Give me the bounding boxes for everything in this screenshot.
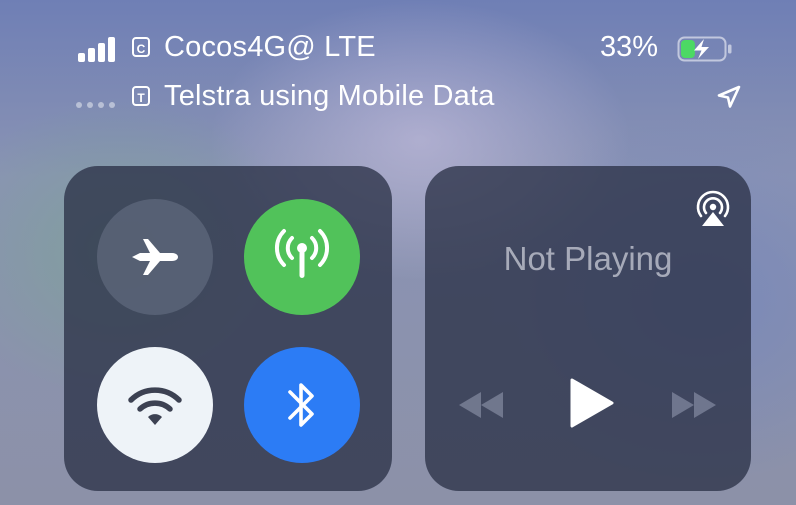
carrier-name-secondary: Telstra using Mobile Data: [164, 80, 495, 112]
airplay-audio-icon[interactable]: [692, 188, 734, 230]
bluetooth-toggle[interactable]: [244, 347, 360, 463]
signal-strength-icon: [78, 36, 122, 62]
sim-badge-primary: C: [132, 37, 150, 57]
battery-charging-icon: [677, 36, 732, 62]
battery-percent: 33%: [600, 31, 659, 63]
now-playing-status: Not Playing: [503, 240, 673, 277]
wifi-toggle[interactable]: [97, 347, 213, 463]
fast-forward-button[interactable]: [668, 388, 720, 422]
status-row-primary: C Cocos4G@ LTE 33%: [0, 30, 796, 70]
sim-badge-secondary: T: [132, 86, 150, 106]
airplane-mode-toggle[interactable]: [97, 199, 213, 315]
airplane-icon: [132, 239, 178, 275]
status-row-secondary: T Telstra using Mobile Data: [0, 80, 796, 116]
carrier-name-primary: Cocos4G@ LTE: [164, 31, 376, 63]
wifi-icon: [128, 387, 182, 425]
location-arrow-icon: [717, 85, 741, 108]
bluetooth-icon: [288, 383, 314, 427]
rewind-button[interactable]: [455, 388, 507, 422]
play-button[interactable]: [566, 376, 616, 430]
cellular-data-toggle[interactable]: [244, 199, 360, 315]
signal-dots-icon: [76, 102, 126, 108]
cellular-antenna-icon: [274, 229, 330, 278]
